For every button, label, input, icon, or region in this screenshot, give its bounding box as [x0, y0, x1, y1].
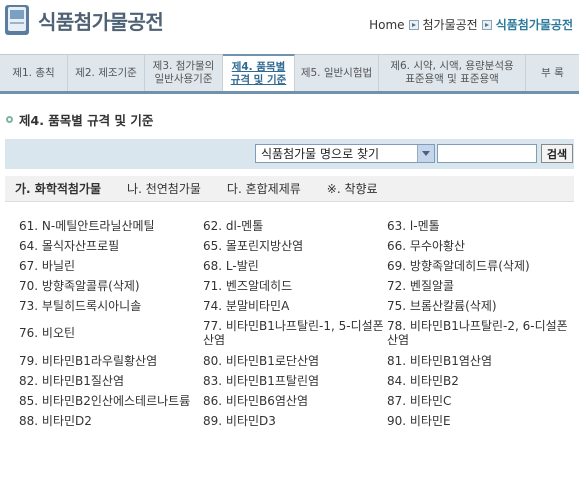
- list-item[interactable]: 75. 브롬산칼륨(삭제): [387, 294, 571, 314]
- category-tabs: 가. 화학적첨가물 나. 천연첨가물 다. 혼합제제류 ※. 착향료: [5, 176, 574, 202]
- list-item[interactable]: 63. l-멘톨: [387, 214, 571, 234]
- list-item[interactable]: 66. 무수아황산: [387, 234, 571, 254]
- breadcrumb-level1[interactable]: 첨가물공전: [423, 16, 478, 33]
- section-title: 제4. 품목별 규격 및 기준: [6, 110, 153, 129]
- tab-appendix[interactable]: 부 록: [526, 55, 579, 91]
- list-item[interactable]: 64. 몰식자산프로필: [19, 234, 203, 254]
- list-item[interactable]: 73. 부틸히드록시아니솔: [19, 294, 203, 314]
- list-item[interactable]: 74. 분말비타민A: [203, 294, 387, 314]
- header: 식품첨가물공전 Home 첨가물공전 식품첨가물공전: [0, 0, 579, 46]
- list-item[interactable]: 71. 벤즈알데히드: [203, 274, 387, 294]
- list-item[interactable]: 87. 비타민C: [387, 389, 571, 409]
- list-item[interactable]: 69. 방향족알데히드류(삭제): [387, 254, 571, 274]
- list-item[interactable]: 77. 비타민B1나프탈린-1, 5-디설폰산염: [203, 314, 387, 349]
- list-row: 85. 비타민B2인산에스테르나트륨 86. 비타민B6염산염 87. 비타민C: [19, 389, 579, 409]
- list-item[interactable]: 79. 비타민B1라우릴황산염: [19, 349, 203, 369]
- list-row: 73. 부틸히드록시아니솔 74. 분말비타민A 75. 브롬산칼륨(삭제): [19, 294, 579, 314]
- list-item[interactable]: 86. 비타민B6염산염: [203, 389, 387, 409]
- list-row: 70. 방향족알콜류(삭제) 71. 벤즈알데히드 72. 벤질알콜: [19, 274, 579, 294]
- page-logo-title: 식품첨가물공전: [38, 10, 164, 34]
- list-item[interactable]: 82. 비타민B1질산염: [19, 369, 203, 389]
- breadcrumb: Home 첨가물공전 식품첨가물공전: [369, 16, 573, 33]
- search-input[interactable]: [437, 144, 537, 163]
- list-item[interactable]: 81. 비타민B1염산염: [387, 349, 571, 369]
- list-row: 67. 바닐린 68. L-발린 69. 방향족알데히드류(삭제): [19, 254, 579, 274]
- tab-test-methods[interactable]: 제5. 일반시험법: [295, 55, 379, 91]
- tab-item-specifications[interactable]: 제4. 품목별 규격 및 기준: [223, 54, 295, 91]
- list-row: 61. N-메틸안트라닐산메틸 62. dl-멘톨 63. l-멘톨: [19, 214, 579, 234]
- list-item[interactable]: 88. 비타민D2: [19, 409, 203, 429]
- chevron-down-icon[interactable]: [417, 145, 434, 162]
- breadcrumb-arrow-icon: [481, 19, 492, 30]
- tab-reagents[interactable]: 제6. 시약, 시액, 용량분석용 표준용액 및 표준용액: [379, 55, 526, 91]
- breadcrumb-arrow-icon: [408, 19, 419, 30]
- list-item[interactable]: 68. L-발린: [203, 254, 387, 274]
- list-item[interactable]: 80. 비타민B1로단산염: [203, 349, 387, 369]
- list-item[interactable]: 65. 몰포린지방산염: [203, 234, 387, 254]
- category-natural[interactable]: 나. 천연첨가물: [127, 180, 201, 197]
- breadcrumb-current[interactable]: 식품첨가물공전: [496, 16, 573, 33]
- book-logo-icon: [5, 5, 29, 35]
- list-item[interactable]: 72. 벤질알콜: [387, 274, 571, 294]
- list-item[interactable]: 67. 바닐린: [19, 254, 203, 274]
- list-row: 82. 비타민B1질산염 83. 비타민B1프탈린염 84. 비타민B2: [19, 369, 579, 389]
- search-type-select[interactable]: 식품첨가물 명으로 찾기: [255, 144, 435, 163]
- breadcrumb-home[interactable]: Home: [369, 18, 404, 32]
- list-item[interactable]: 90. 비타민E: [387, 409, 571, 429]
- category-flavoring[interactable]: ※. 착향료: [327, 180, 378, 197]
- tab-general[interactable]: 제1. 총칙: [0, 55, 68, 91]
- tab-manufacturing[interactable]: 제2. 제조기준: [68, 55, 145, 91]
- list-item[interactable]: 76. 비오틴: [19, 314, 203, 349]
- list-item[interactable]: 84. 비타민B2: [387, 369, 571, 389]
- list-item[interactable]: 83. 비타민B1프탈린염: [203, 369, 387, 389]
- list-item[interactable]: 78. 비타민B1나프탈린-2, 6-디설폰산염: [387, 314, 571, 349]
- tab-usage-standard[interactable]: 제3. 첨가물의 일반사용기준: [145, 55, 223, 91]
- main-tabs: 제1. 총칙 제2. 제조기준 제3. 첨가물의 일반사용기준 제4. 품목별 규격…: [0, 54, 579, 94]
- list-row: 88. 비타민D2 89. 비타민D3 90. 비타민E: [19, 409, 579, 429]
- list-item[interactable]: 85. 비타민B2인산에스테르나트륨: [19, 389, 203, 409]
- bullet-icon: [6, 116, 13, 123]
- category-chemical[interactable]: 가. 화학적첨가물: [15, 180, 101, 197]
- list-item[interactable]: 61. N-메틸안트라닐산메틸: [19, 214, 203, 234]
- list-item[interactable]: 62. dl-멘톨: [203, 214, 387, 234]
- list-row: 79. 비타민B1라우릴황산염 80. 비타민B1로단산염 81. 비타민B1염…: [19, 349, 579, 369]
- list-row: 64. 몰식자산프로필 65. 몰포린지방산염 66. 무수아황산: [19, 234, 579, 254]
- search-bar: 식품첨가물 명으로 찾기 검색: [5, 139, 574, 169]
- list-item[interactable]: 89. 비타민D3: [203, 409, 387, 429]
- list-row: 76. 비오틴 77. 비타민B1나프탈린-1, 5-디설폰산염 78. 비타민…: [19, 314, 579, 349]
- search-button[interactable]: 검색: [541, 144, 573, 163]
- category-mixed[interactable]: 다. 혼합제제류: [227, 180, 301, 197]
- list-item[interactable]: 70. 방향족알콜류(삭제): [19, 274, 203, 294]
- additive-list: 61. N-메틸안트라닐산메틸 62. dl-멘톨 63. l-멘톨 64. 몰…: [19, 214, 579, 429]
